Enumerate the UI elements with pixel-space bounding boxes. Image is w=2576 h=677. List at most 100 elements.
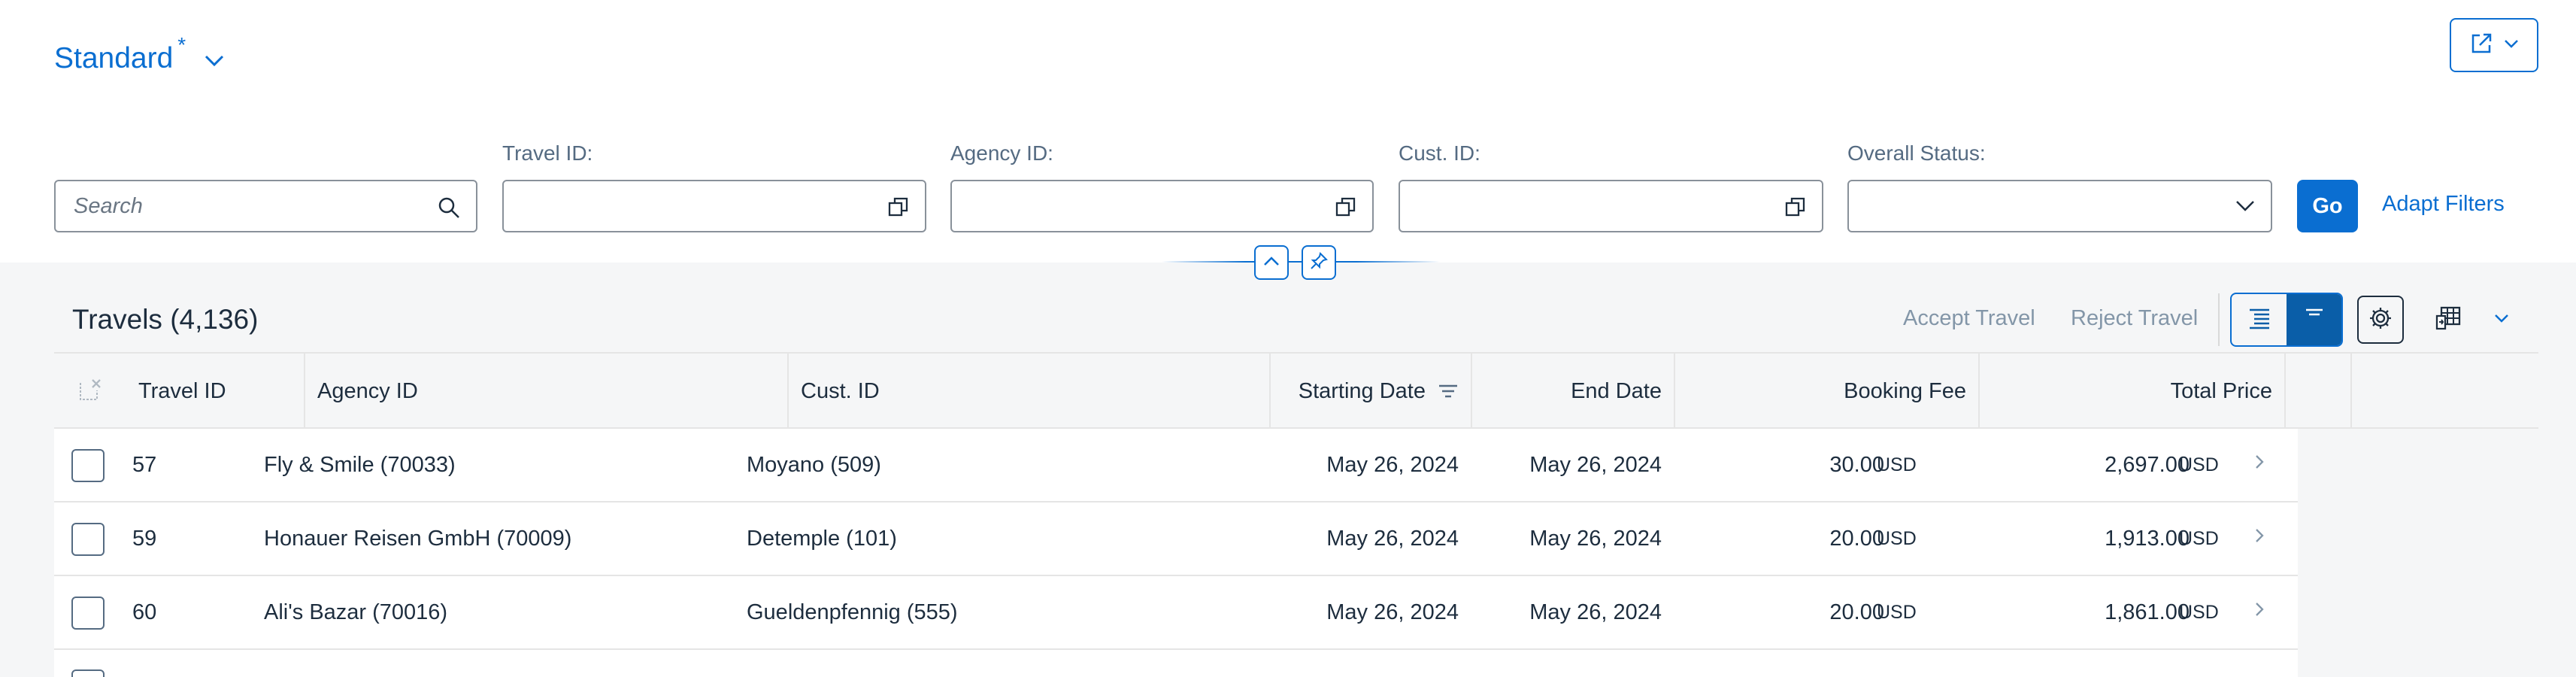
chevron-right-icon[interactable] [2253, 600, 2265, 622]
start-date-cell: May 26, 2024 [1326, 526, 1459, 551]
reject-travel-button[interactable]: Reject Travel [2071, 306, 2198, 331]
deselect-all-button[interactable] [54, 354, 126, 429]
variant-modified-marker: * [177, 33, 186, 56]
booking-fee-cell: 20.00 [1829, 600, 1884, 624]
end-date-cell: May 26, 2024 [1529, 600, 1662, 624]
end-date-cell: May 26, 2024 [1529, 452, 1662, 477]
column-label: Total Price [2170, 378, 2272, 403]
booking-fee-cell: 30.00 [1829, 452, 1884, 477]
chevron-up-icon [1262, 255, 1280, 271]
search-field[interactable]: Search [54, 180, 477, 232]
travel-id-label: Travel ID: [502, 141, 593, 165]
share-icon [2469, 32, 2493, 59]
row-select-checkbox[interactable] [71, 597, 105, 630]
variant-title[interactable]: Standard [54, 38, 173, 80]
customer-cell: Gueldenpfennig (555) [747, 600, 958, 624]
total-price-currency: USD [2179, 601, 2219, 623]
booking-fee-currency: USD [1877, 454, 1917, 475]
agency-id-label: Agency ID: [950, 141, 1053, 165]
cust-id-label: Cust. ID: [1399, 141, 1480, 165]
start-date-cell: May 26, 2024 [1326, 600, 1459, 624]
cust-id-field[interactable] [1399, 180, 1823, 232]
total-price-currency: USD [2179, 454, 2219, 475]
row-select-checkbox[interactable] [71, 449, 105, 482]
row-select-checkbox[interactable] [71, 523, 105, 556]
booking-fee-currency: USD [1877, 527, 1917, 549]
sort-icon [1438, 383, 1459, 399]
table-header: Travel ID Agency ID Cust. ID Starting Da… [54, 352, 2538, 429]
row-select-checkbox[interactable] [71, 669, 105, 677]
total-price-cell: 1,861.00 [2105, 600, 2190, 624]
agency-cell: Ali's Bazar (70016) [264, 600, 448, 624]
travels-table: Travel ID Agency ID Cust. ID Starting Da… [54, 352, 2538, 677]
travel-id-field[interactable] [502, 180, 926, 232]
column-header-end-date[interactable]: End Date [1472, 354, 1675, 429]
travel-id-cell: 60 [132, 600, 157, 624]
column-header-navigation [2286, 354, 2352, 429]
dynamic-page-header: Standard * Search Travel ID: Agency ID: [0, 0, 2576, 263]
export-icon [2435, 305, 2462, 335]
column-header-cust-id[interactable]: Cust. ID [789, 354, 1271, 429]
value-help-icon[interactable] [1335, 196, 1357, 222]
column-label: Cust. ID [801, 378, 880, 403]
table-settings-button[interactable] [2357, 296, 2404, 344]
table-row[interactable]: 60 Ali's Bazar (70016) Gueldenpfennig (5… [54, 576, 2298, 650]
column-label: Starting Date [1298, 378, 1426, 403]
value-help-icon[interactable] [887, 196, 910, 222]
booking-fee-cell: 20.00 [1829, 526, 1884, 551]
travel-id-cell: 57 [132, 452, 157, 477]
overall-status-select[interactable] [1847, 180, 2272, 232]
accept-travel-button[interactable]: Accept Travel [1903, 306, 2035, 331]
column-label: End Date [1571, 378, 1662, 403]
column-header-booking-fee[interactable]: Booking Fee [1675, 354, 1980, 429]
clear-selection-icon [77, 377, 103, 406]
total-price-cell: 1,913.00 [2105, 526, 2190, 551]
column-header-travel-id[interactable]: Travel ID [126, 354, 305, 429]
gear-icon [2368, 305, 2393, 335]
chevron-down-icon[interactable] [204, 54, 225, 71]
start-date-cell: May 26, 2024 [1326, 452, 1459, 477]
column-header-agency-id[interactable]: Agency ID [305, 354, 789, 429]
total-price-currency: USD [2179, 527, 2219, 549]
toolbar-separator [2218, 293, 2220, 346]
total-price-cell: 2,697.00 [2105, 452, 2190, 477]
table-view-toggle[interactable] [2230, 293, 2343, 347]
search-icon[interactable] [437, 196, 461, 223]
chevron-down-icon [2504, 38, 2519, 53]
value-help-icon[interactable] [1784, 196, 1807, 222]
variant-management[interactable]: Standard * [54, 33, 225, 80]
chevron-down-icon [2493, 313, 2510, 327]
column-header-total-price[interactable]: Total Price [1980, 354, 2286, 429]
go-button[interactable]: Go [2297, 180, 2358, 232]
header-divider [1162, 261, 1440, 263]
search-input[interactable]: Search [74, 194, 458, 219]
share-button[interactable] [2450, 18, 2538, 72]
column-header-starting-date[interactable]: Starting Date [1271, 354, 1472, 429]
table-row[interactable]: 59 Honauer Reisen GmbH (70009) Detemple … [54, 502, 2298, 576]
adapt-filters-button[interactable]: Adapt Filters [2382, 192, 2505, 217]
collapse-header-button[interactable] [1254, 245, 1289, 280]
table-row[interactable]: 57 Fly & Smile (70033) Moyano (509) May … [54, 429, 2298, 502]
customer-cell: Detemple (101) [747, 526, 897, 551]
column-label: Travel ID [138, 378, 226, 403]
agency-cell: Fly & Smile (70033) [264, 452, 456, 477]
condensed-view-button[interactable] [2287, 294, 2341, 345]
column-label: Booking Fee [1844, 378, 1966, 403]
booking-fee-currency: USD [1877, 601, 1917, 623]
table-title: Travels (4,136) [72, 304, 259, 335]
overall-status-label: Overall Status: [1847, 141, 1986, 165]
agency-cell: Honauer Reisen GmbH (70009) [264, 526, 572, 551]
table-row-partial[interactable] [54, 650, 2298, 677]
expand-rows-icon [2247, 307, 2272, 333]
collapse-rows-icon [2302, 307, 2327, 333]
end-date-cell: May 26, 2024 [1529, 526, 1662, 551]
export-button[interactable] [2426, 301, 2519, 338]
agency-id-field[interactable] [950, 180, 1374, 232]
chevron-right-icon[interactable] [2253, 453, 2265, 475]
column-label: Agency ID [317, 378, 418, 403]
expanded-view-button[interactable] [2232, 294, 2287, 345]
travel-id-cell: 59 [132, 526, 157, 551]
chevron-down-icon[interactable] [2235, 199, 2256, 217]
chevron-right-icon[interactable] [2253, 527, 2265, 548]
pin-header-button[interactable] [1302, 245, 1336, 280]
